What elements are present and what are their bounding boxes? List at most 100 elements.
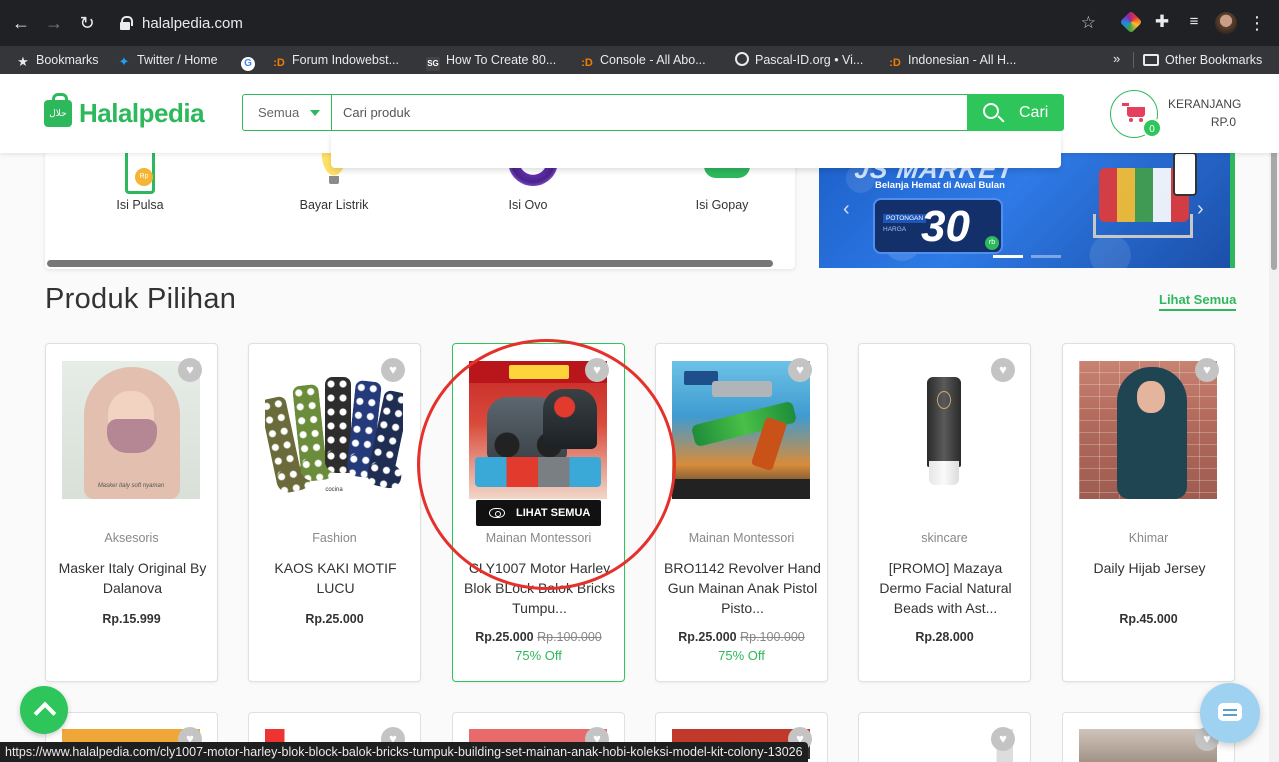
services-scrollbar[interactable]: [47, 260, 773, 267]
browser-menu-icon[interactable]: ⋮: [1248, 12, 1266, 34]
chevron-right-icon[interactable]: ›: [1197, 198, 1204, 221]
product-card[interactable]: Masker italy soft nyaman ♥ Aksesoris Mas…: [45, 343, 218, 682]
chat-button[interactable]: [1200, 683, 1260, 743]
twitter-icon: ✦: [118, 54, 130, 69]
extensions-puzzle-icon[interactable]: ✚: [1152, 12, 1172, 32]
product-card[interactable]: ♥: [858, 712, 1031, 762]
product-image: [672, 361, 810, 499]
forward-arrow-icon[interactable]: →: [43, 12, 65, 34]
product-card[interactable]: ♥ Mainan Montessori BRO1142 Revolver Han…: [655, 343, 828, 682]
search-suggestions-dropdown: [331, 132, 1061, 168]
product-name: CLY1007 Motor Harley Blok BLock Balok Br…: [464, 560, 615, 616]
product-price-row: Rp.25.000 Rp.100.000: [656, 630, 827, 644]
logo-text: Halalpedia: [79, 98, 205, 128]
product-price: Rp.15.999: [102, 612, 161, 626]
media-control-icon[interactable]: ≡: [1184, 12, 1204, 32]
product-price-row: Rp.25.000 Rp.100.000: [453, 630, 624, 644]
section-title: Produk Pilihan: [45, 283, 237, 315]
bookmark-item[interactable]: :D Console - All Abo...: [580, 51, 705, 69]
product-image: [1079, 361, 1217, 499]
globe-icon: [735, 52, 749, 66]
bookmark-star-icon[interactable]: ☆: [1081, 13, 1096, 33]
product-category: Aksesoris: [104, 531, 159, 545]
profile-avatar[interactable]: [1215, 12, 1237, 34]
next-banner-edge: [1230, 152, 1235, 268]
carousel-indicators[interactable]: [993, 255, 1061, 258]
bookmark-item[interactable]: :D Indonesian - All H...: [888, 51, 1016, 69]
page-scrollbar[interactable]: [1269, 74, 1279, 762]
lock-icon: [120, 16, 133, 30]
more-bookmarks-button[interactable]: »: [1113, 51, 1120, 66]
status-bar-url: https://www.halalpedia.com/cly1007-motor…: [0, 742, 808, 762]
bookmark-item[interactable]: ★ Bookmarks: [16, 51, 98, 69]
product-old-price: Rp.100.000: [537, 630, 602, 644]
heart-icon[interactable]: ♥: [1195, 358, 1219, 382]
product-card[interactable]: ♥ skincare [PROMO] Mazaya Dermo Facial N…: [858, 343, 1031, 682]
search-icon: [983, 103, 999, 119]
product-category: Khimar: [1128, 531, 1169, 545]
product-category: Mainan Montessori: [688, 531, 795, 545]
discount-label: 75% Off: [718, 648, 765, 663]
category-select[interactable]: Semua: [243, 95, 332, 130]
bookmark-item[interactable]: SG How To Create 80...: [426, 51, 556, 71]
other-bookmarks[interactable]: Other Bookmarks: [1143, 51, 1262, 69]
cart-total: RP.0: [1210, 115, 1236, 129]
banner-subtitle: Belanja Hemat di Awal Bulan: [875, 180, 1005, 191]
product-old-price: Rp.100.000: [740, 630, 805, 644]
bookmark-item[interactable]: ✦ Twitter / Home: [117, 51, 218, 69]
google-icon: G: [241, 57, 255, 71]
bookmark-item[interactable]: Pascal-ID.org • Vi...: [735, 51, 863, 69]
color-extension-icon[interactable]: [1119, 10, 1143, 34]
caret-down-icon: [310, 110, 320, 116]
address-bar[interactable]: halalpedia.com ☆: [106, 8, 1116, 39]
banner-discount-box: POTONGAN HARGA 30 rb: [873, 198, 1003, 254]
product-category: Fashion: [312, 531, 357, 545]
chevron-left-icon[interactable]: ‹: [843, 198, 850, 221]
back-arrow-icon[interactable]: ←: [10, 12, 32, 34]
shopping-bag-icon: حلال: [44, 93, 72, 127]
product-name: Masker Italy Original By Dalanova: [58, 560, 207, 596]
cart-label: KERANJANG: [1168, 97, 1242, 111]
heart-icon[interactable]: ♥: [381, 358, 405, 382]
search-button[interactable]: Cari: [967, 94, 1064, 131]
indowebster-icon: :D: [889, 57, 901, 69]
bookmark-item[interactable]: G: [241, 51, 261, 71]
star-icon: ★: [17, 54, 29, 69]
product-image: Masker italy soft nyaman: [62, 361, 200, 499]
product-card[interactable]: ♥ LIHAT SEMUA Mainan Montessori CLY1007 …: [452, 343, 625, 682]
scrollbar-thumb[interactable]: [1271, 146, 1277, 270]
reload-icon[interactable]: ↻: [76, 12, 98, 34]
url-text: halalpedia.com: [142, 15, 243, 32]
heart-icon[interactable]: ♥: [991, 727, 1015, 751]
product-price: Rp.25.000: [305, 612, 364, 626]
product-price: Rp.45.000: [1119, 612, 1178, 626]
heart-icon[interactable]: ♥: [991, 358, 1015, 382]
product-name: Daily Hijab Jersey: [1093, 560, 1206, 576]
product-name: BRO1142 Revolver Hand Gun Mainan Anak Pi…: [664, 560, 821, 616]
product-card[interactable]: cocina ♥ Fashion KAOS KAKI MOTIF LUCU Rp…: [248, 343, 421, 682]
search-bar: Semua Cari: [242, 94, 1064, 131]
cart-summary[interactable]: KERANJANG RP.0: [1168, 95, 1242, 131]
heart-icon[interactable]: ♥: [788, 358, 812, 382]
heart-icon[interactable]: ♥: [585, 358, 609, 382]
product-name: [PROMO] Mazaya Dermo Facial Natural Bead…: [879, 560, 1012, 616]
lihat-semua-button[interactable]: LIHAT SEMUA: [476, 500, 601, 526]
search-input[interactable]: [332, 95, 967, 130]
cart-icon: [1122, 103, 1146, 122]
discount-label: 75% Off: [515, 648, 562, 663]
shopping-cart-illustration: [1089, 152, 1199, 258]
indowebster-icon: :D: [581, 57, 593, 69]
see-all-link[interactable]: Lihat Semua: [1159, 292, 1237, 311]
cart-button[interactable]: 0: [1110, 90, 1162, 138]
product-category: Mainan Montessori: [485, 531, 592, 545]
product-name: KAOS KAKI MOTIF LUCU: [274, 560, 397, 596]
sg-icon: SG: [426, 57, 440, 71]
product-image: [875, 361, 1013, 499]
indowebster-icon: :D: [273, 57, 285, 69]
product-category: skincare: [921, 531, 968, 545]
back-to-top-button[interactable]: [20, 686, 68, 734]
product-card[interactable]: ♥ Khimar Daily Hijab Jersey Rp.45.000: [1062, 343, 1235, 682]
heart-icon[interactable]: ♥: [178, 358, 202, 382]
bookmark-item[interactable]: :D Forum Indowebst...: [272, 51, 399, 69]
folder-icon: [1143, 54, 1159, 66]
